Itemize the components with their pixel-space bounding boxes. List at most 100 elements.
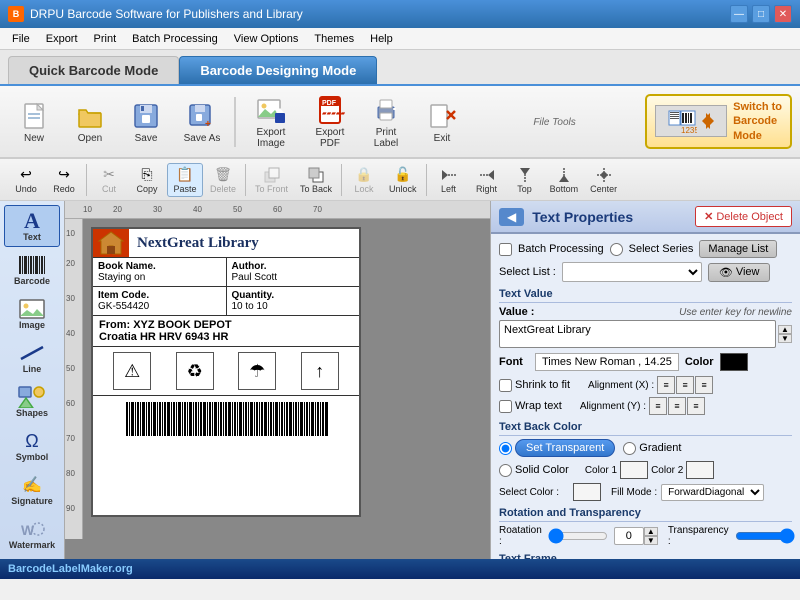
color1-swatch[interactable] — [620, 461, 648, 479]
line-tool-label: Line — [23, 364, 42, 374]
saveas-label: Save As — [184, 133, 221, 144]
tool-signature[interactable]: ✍ Signature — [4, 469, 60, 511]
shrink-to-fit-checkbox[interactable] — [499, 379, 512, 392]
tool-barcode[interactable]: Barcode — [4, 249, 60, 291]
text-value-up[interactable]: ▲ — [778, 325, 792, 334]
right-align-icon — [478, 166, 496, 184]
solid-color-radio[interactable] — [499, 464, 512, 477]
font-value[interactable]: Times New Roman , 14.25 — [535, 353, 679, 371]
text-value-down[interactable]: ▼ — [778, 334, 792, 343]
undo-button[interactable]: ↩ Undo — [8, 163, 44, 197]
close-button[interactable]: ✕ — [774, 5, 792, 23]
switch-barcode-mode-button[interactable]: 123567 Switch toBarcodeMode — [645, 94, 792, 149]
delete-object-button[interactable]: ✕ Delete Object — [695, 206, 792, 227]
redo-icon: ↪ — [58, 166, 70, 184]
bottom-button[interactable]: Bottom — [545, 163, 584, 197]
wrap-text-checkbox[interactable] — [499, 400, 512, 413]
toolbar-export-pdf[interactable]: PDF▰▰▰▰▰ Export PDF — [304, 90, 356, 153]
toolbar-saveas[interactable]: + Save As — [176, 96, 228, 148]
minimize-button[interactable]: — — [730, 5, 748, 23]
right-button[interactable]: Right — [469, 163, 505, 197]
toolbar-open[interactable]: Open — [64, 96, 116, 148]
lock-icon: 🔒 — [355, 166, 372, 184]
left-align-icon — [440, 166, 458, 184]
undo-label: Undo — [15, 184, 37, 194]
set-transparent-btn[interactable]: Set Transparent — [515, 439, 615, 457]
top-button[interactable]: Top — [507, 163, 543, 197]
lock-label: Lock — [355, 184, 374, 194]
canvas-inner[interactable]: NextGreat Library Book Name. Staying on … — [83, 219, 490, 539]
redo-label: Redo — [53, 184, 75, 194]
color-swatch[interactable] — [720, 353, 748, 371]
select-list-dropdown[interactable] — [562, 262, 702, 282]
tofront-button[interactable]: To Front — [250, 163, 293, 197]
rotation-input[interactable] — [614, 527, 644, 545]
text-value-input[interactable] — [499, 320, 776, 348]
toolbar-new[interactable]: New — [8, 96, 60, 148]
transparency-slider[interactable] — [735, 528, 795, 544]
menu-file[interactable]: File — [4, 31, 38, 47]
center-button[interactable]: Center — [585, 163, 622, 197]
select-series-radio[interactable] — [610, 243, 623, 256]
edit-sep2 — [245, 164, 246, 196]
toolbar-save[interactable]: Save — [120, 96, 172, 148]
toolbar-print[interactable]: Print Label — [360, 90, 412, 153]
redo-button[interactable]: ↪ Redo — [46, 163, 82, 197]
fill-mode-select[interactable]: ForwardDiagonal — [661, 484, 764, 501]
tool-shapes[interactable]: Shapes — [4, 381, 60, 423]
menu-print[interactable]: Print — [86, 31, 125, 47]
delete-button[interactable]: 🗑 Delete — [205, 163, 241, 197]
unlock-button[interactable]: 🔓 Unlock — [384, 163, 422, 197]
align-x-right[interactable]: ≡ — [695, 376, 713, 394]
shapes-tool-icon — [18, 386, 46, 408]
align-y-bottom[interactable]: ≡ — [687, 397, 705, 415]
props-back-button[interactable]: ◀ — [499, 208, 524, 226]
tool-text[interactable]: A Text — [4, 205, 60, 247]
menu-themes[interactable]: Themes — [306, 31, 362, 47]
paste-button[interactable]: 📋 Paste — [167, 163, 203, 197]
copy-button[interactable]: ⎘ Copy — [129, 163, 165, 197]
align-x-center[interactable]: ≡ — [676, 376, 694, 394]
tab-barcode-designing[interactable]: Barcode Designing Mode — [179, 56, 377, 84]
maximize-button[interactable]: □ — [752, 5, 770, 23]
toback-button[interactable]: To Back — [295, 163, 337, 197]
color2-swatch[interactable] — [686, 461, 714, 479]
menu-batch[interactable]: Batch Processing — [124, 31, 226, 47]
color1-label: Color 1 — [585, 465, 617, 476]
tab-quick-barcode[interactable]: Quick Barcode Mode — [8, 56, 179, 84]
view-button[interactable]: 👁 View — [708, 263, 771, 282]
props-title: Text Properties — [532, 209, 687, 225]
menu-view[interactable]: View Options — [226, 31, 307, 47]
top-align-icon — [516, 166, 534, 184]
new-label: New — [24, 133, 44, 144]
batch-processing-checkbox[interactable] — [499, 243, 512, 256]
rotation-up[interactable]: ▲ — [644, 527, 658, 536]
gradient-radio[interactable] — [623, 442, 636, 455]
rotation-slider[interactable] — [548, 528, 608, 544]
menu-export[interactable]: Export — [38, 31, 86, 47]
menu-help[interactable]: Help — [362, 31, 401, 47]
set-transparent-radio[interactable] — [499, 442, 512, 455]
left-label: Left — [441, 184, 456, 194]
rotation-down[interactable]: ▼ — [644, 536, 658, 545]
toolbar-exit[interactable]: Exit — [416, 96, 468, 148]
unlock-label: Unlock — [389, 184, 417, 194]
symbol-tool-label: Symbol — [16, 452, 49, 462]
select-color-swatch[interactable] — [573, 483, 601, 501]
tool-image[interactable]: Image — [4, 293, 60, 335]
align-y-top[interactable]: ≡ — [649, 397, 667, 415]
tool-symbol[interactable]: Ω Symbol — [4, 425, 60, 467]
lock-button[interactable]: 🔒 Lock — [346, 163, 382, 197]
tool-line[interactable]: Line — [4, 337, 60, 379]
manage-list-button[interactable]: Manage List — [699, 240, 777, 258]
align-x-label: Alignment (X) : — [588, 380, 654, 391]
align-x-left[interactable]: ≡ — [657, 376, 675, 394]
toolbar-export-image[interactable]: Export Image — [242, 90, 300, 153]
tool-watermark[interactable]: W Watermark — [4, 513, 60, 555]
left-button[interactable]: Left — [431, 163, 467, 197]
select-list-row: Select List : 👁 View — [499, 262, 792, 282]
print-label: Print Label — [363, 127, 409, 149]
align-y-middle[interactable]: ≡ — [668, 397, 686, 415]
cut-button[interactable]: ✂ Cut — [91, 163, 127, 197]
symbol-tool-icon: Ω — [25, 430, 38, 452]
